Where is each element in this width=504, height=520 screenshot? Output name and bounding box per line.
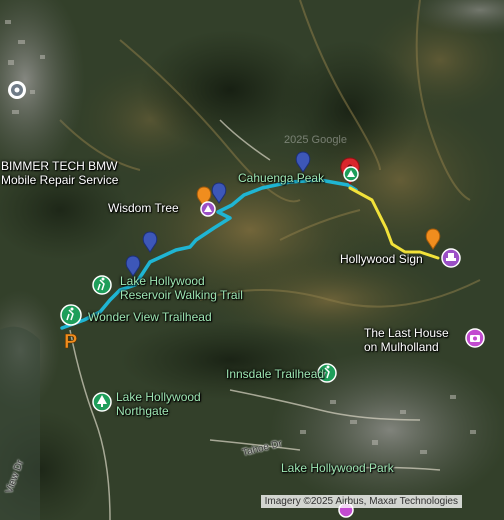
map-watermark: 2025 Google <box>284 134 347 146</box>
lake-hollywood-northgate-label[interactable]: Lake Hollywood Northgate <box>116 390 201 418</box>
bimmer-tech-name: BIMMER TECH BMW <box>1 159 118 173</box>
wonder-view-trailhead-label[interactable]: Wonder View Trailhead <box>88 310 212 324</box>
svg-text:P: P <box>64 331 77 353</box>
tree-icon[interactable] <box>92 392 112 412</box>
landmark-icon[interactable] <box>200 201 216 217</box>
last-house-label[interactable]: The Last House on Mulholland <box>364 326 449 354</box>
innsdale-trailhead-label[interactable]: Innsdale Trailhead <box>226 367 324 381</box>
bimmer-tech-subtitle: Mobile Repair Service <box>1 173 119 187</box>
camera-icon[interactable] <box>465 328 485 348</box>
hiking-icon[interactable] <box>60 304 82 326</box>
map-attribution[interactable]: Imagery ©2025 Airbus, Maxar Technologies <box>260 495 462 508</box>
lake-hollywood-trail-line1: Lake Hollywood <box>120 274 205 288</box>
landmark-icon[interactable] <box>343 166 359 182</box>
hiking-icon[interactable] <box>92 275 112 295</box>
lake-hollywood-trail-label[interactable]: Lake Hollywood Reservoir Walking Trail <box>120 274 243 302</box>
last-house-line1: The Last House <box>364 326 449 340</box>
wisdom-tree-label[interactable]: Wisdom Tree <box>108 201 179 215</box>
lake-hollywood-park-label[interactable]: Lake Hollywood Park <box>281 461 394 475</box>
parking-icon[interactable]: P <box>64 331 78 354</box>
landmark-icon[interactable] <box>441 248 461 268</box>
lake-hollywood-northgate-line1: Lake Hollywood <box>116 390 201 404</box>
landmark-icon[interactable] <box>8 81 26 99</box>
lake-hollywood-trail-line2: Reservoir Walking Trail <box>120 288 243 302</box>
hollywood-sign-label[interactable]: Hollywood Sign <box>340 252 423 266</box>
last-house-line2: on Mulholland <box>364 340 439 354</box>
bimmer-tech-label[interactable]: BIMMER TECH BMW Mobile Repair Service <box>1 159 118 187</box>
satellite-map[interactable]: P <box>0 0 504 520</box>
cahuenga-peak-label[interactable]: Cahuenga Peak <box>238 171 324 185</box>
lake-hollywood-northgate-line2: Northgate <box>116 404 169 418</box>
